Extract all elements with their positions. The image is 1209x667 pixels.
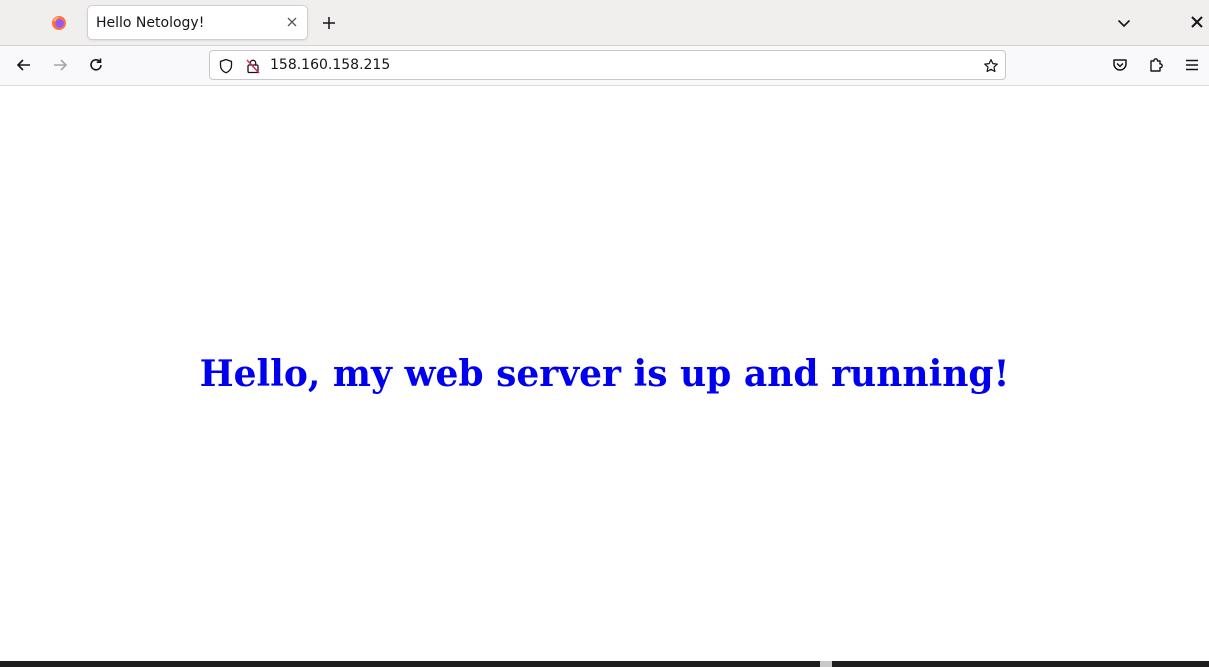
plus-icon[interactable] xyxy=(321,15,337,31)
active-tab[interactable]: Hello Netology! xyxy=(87,5,308,40)
navigation-toolbar: 158.160.158.215 xyxy=(0,46,1209,86)
chevron-down-icon[interactable] xyxy=(1116,15,1132,31)
pocket-icon[interactable] xyxy=(1111,56,1129,74)
taskbar-segment xyxy=(820,661,832,667)
star-icon[interactable] xyxy=(983,58,999,74)
shield-icon[interactable] xyxy=(218,58,234,74)
close-icon[interactable] xyxy=(1190,15,1204,29)
close-icon[interactable] xyxy=(285,15,299,29)
address-bar[interactable]: 158.160.158.215 xyxy=(209,50,1006,80)
puzzle-icon[interactable] xyxy=(1147,56,1165,74)
tab-title: Hello Netology! xyxy=(96,15,205,31)
url-text[interactable]: 158.160.158.215 xyxy=(270,57,390,73)
page-content: Hello, my web server is up and running! xyxy=(0,86,1209,661)
reload-icon[interactable] xyxy=(87,56,105,74)
tab-strip: Hello Netology! xyxy=(0,0,1209,46)
taskbar-edge xyxy=(0,661,1209,667)
hamburger-menu-icon[interactable] xyxy=(1183,56,1201,74)
firefox-logo-icon[interactable] xyxy=(51,15,67,31)
insecure-lock-icon[interactable] xyxy=(245,58,261,74)
page-heading: Hello, my web server is up and running! xyxy=(199,353,1010,395)
arrow-right-icon[interactable] xyxy=(51,56,69,74)
arrow-left-icon[interactable] xyxy=(15,56,33,74)
